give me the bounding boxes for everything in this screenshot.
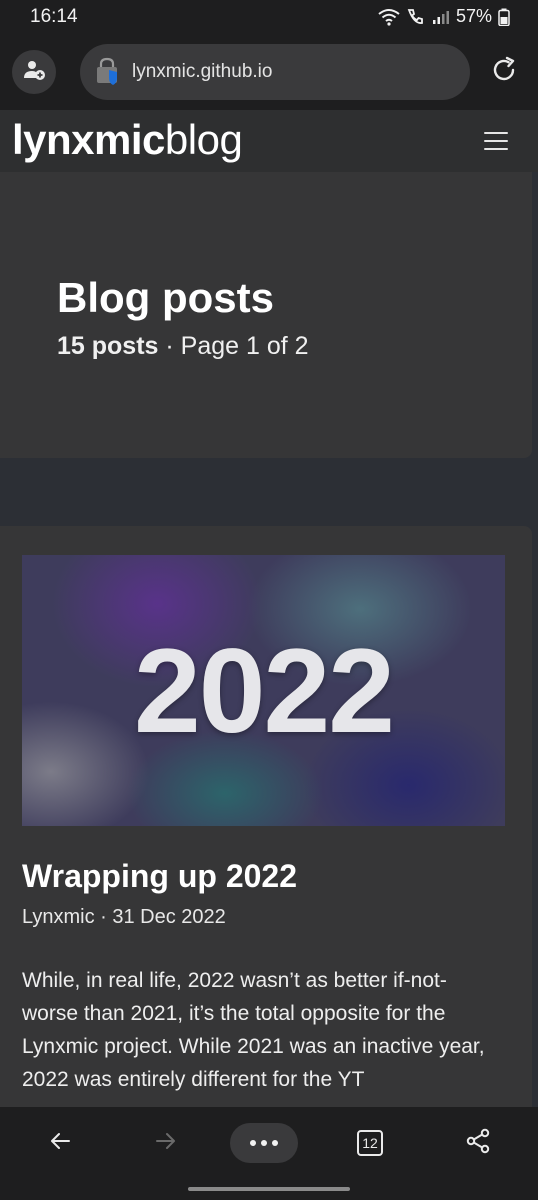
logo-text-light: blog [164, 116, 243, 163]
tabs-icon: 12 [357, 1130, 383, 1156]
status-time: 16:14 [30, 6, 78, 27]
post-cover-image[interactable]: 2022 [22, 555, 505, 826]
profile-button[interactable] [12, 50, 56, 94]
page-info: Page 1 of 2 [180, 332, 309, 360]
home-indicator[interactable] [188, 1187, 350, 1191]
subtitle-separator: · [158, 332, 181, 360]
reload-button[interactable] [488, 56, 520, 88]
post-title[interactable]: Wrapping up 2022 [22, 858, 297, 895]
back-button[interactable] [40, 1125, 80, 1161]
post-card[interactable]: 2022 Wrapping up 2022 Lynxmic · 31 Dec 2… [0, 526, 532, 1126]
battery-percentage: 57% [455, 6, 492, 26]
listing-header-card: Blog posts 15 posts · Page 1 of 2 [0, 172, 532, 458]
call-icon [406, 8, 426, 26]
site-header: lynxmicblog [0, 110, 538, 172]
forward-arrow-icon [154, 1129, 178, 1158]
url-text: lynxmic.github.io [132, 61, 273, 82]
more-icon[interactable] [230, 1123, 298, 1163]
back-arrow-icon [48, 1129, 72, 1158]
tabs-button[interactable]: 12 [350, 1125, 390, 1161]
browser-bottom-toolbar: 12 [0, 1107, 538, 1200]
page-subtitle: 15 posts · Page 1 of 2 [57, 332, 309, 361]
status-bar: 16:14 57% [0, 0, 538, 34]
wifi-icon [378, 8, 400, 26]
page-title: Blog posts [57, 274, 274, 321]
battery-icon [498, 8, 510, 26]
post-excerpt: While, in real life, 2022 wasn’t as bett… [22, 969, 485, 1091]
site-logo[interactable]: lynxmicblog [12, 112, 243, 168]
share-icon [465, 1128, 491, 1159]
url-field[interactable]: lynxmic.github.io [80, 44, 470, 100]
share-button[interactable] [458, 1125, 498, 1161]
reload-icon [490, 56, 518, 89]
lock-icon [94, 57, 122, 87]
post-meta: Lynxmic · 31 Dec 2022 [22, 906, 226, 928]
status-icons: 57% [378, 6, 510, 27]
forward-button[interactable] [146, 1125, 186, 1161]
post-cover-image-text: 2022 [134, 623, 395, 758]
hamburger-menu-icon[interactable] [484, 132, 508, 150]
browser-address-bar: lynxmic.github.io [0, 34, 538, 110]
logo-text-bold: lynxmic [12, 116, 165, 163]
profile-icon [22, 58, 46, 87]
post-count: 15 posts [57, 332, 159, 360]
signal-icon [432, 9, 450, 25]
